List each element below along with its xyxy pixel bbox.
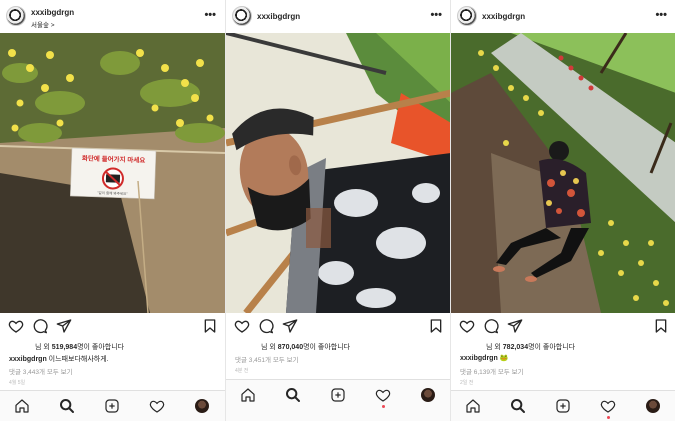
heart-icon[interactable] [459, 318, 475, 334]
post-photo[interactable] [226, 33, 450, 313]
more-options-icon[interactable]: ••• [204, 9, 216, 21]
post-timestamp: 4분 전 [235, 368, 249, 374]
post-panel-1: xxxibgdrgn 서울숲 > ••• 화단에 들어가지 마세요 "같이 함께… [0, 0, 225, 421]
likes-count[interactable]: 님 외 519,984명이 좋아합니다 [35, 342, 124, 352]
home-icon[interactable] [240, 387, 256, 403]
post-panel-3: xxxibgdrgn ••• 님 외 782,034명이 좋아합니다 xxxib… [450, 0, 675, 421]
activity-heart-icon[interactable] [149, 398, 165, 414]
caption: xxxibgdrgn 🐸 [460, 354, 508, 362]
activity-heart-icon[interactable] [375, 387, 391, 403]
post-actions [226, 318, 450, 336]
more-options-icon[interactable]: ••• [430, 9, 442, 21]
bookmark-icon[interactable] [428, 318, 444, 334]
caption-text: 이느때보다해사하게. [46, 356, 109, 363]
bottom-nav [451, 390, 675, 421]
more-options-icon[interactable]: ••• [655, 9, 667, 21]
post-photo[interactable]: 화단에 들어가지 마세요 "같이 함께 봐주세요" [0, 33, 225, 313]
post-timestamp: 2일 전 [460, 380, 474, 386]
new-post-icon[interactable] [330, 387, 346, 403]
profile-avatar[interactable] [646, 399, 660, 413]
comment-icon[interactable] [483, 318, 499, 334]
bottom-nav [226, 379, 450, 421]
likes-count[interactable]: 님 외 870,040명이 좋아합니다 [261, 342, 350, 352]
location-link[interactable]: 서울숲 > [31, 19, 55, 29]
post-header: xxxibgdrgn ••• [451, 0, 675, 33]
post-header: xxxibgdrgn ••• [226, 0, 450, 33]
username[interactable]: xxxibgdrgn [257, 12, 300, 21]
profile-avatar[interactable] [421, 388, 435, 402]
view-comments-link[interactable]: 댓글 3,443개 모두 보기 [9, 366, 73, 376]
flowerbed-photo: 화단에 들어가지 마세요 "같이 함께 봐주세요" [0, 33, 225, 313]
likes-count[interactable]: 님 외 782,034명이 좋아합니다 [486, 342, 575, 352]
activity-notification-dot [607, 416, 610, 419]
caption-username[interactable]: xxxibgdrgn [460, 355, 498, 362]
send-icon[interactable] [56, 318, 72, 334]
comment-icon[interactable] [32, 318, 48, 334]
username[interactable]: xxxibgdrgn [31, 8, 74, 17]
heart-icon[interactable] [8, 318, 24, 334]
tulip-garden-photo [451, 33, 675, 313]
search-icon[interactable] [59, 398, 75, 414]
profile-avatar[interactable] [195, 399, 209, 413]
home-icon[interactable] [14, 398, 30, 414]
caption: xxxibgdrgn 이느때보다해사하게. [9, 354, 109, 364]
search-icon[interactable] [285, 387, 301, 403]
send-icon[interactable] [507, 318, 523, 334]
post-header: xxxibgdrgn 서울숲 > ••• [0, 0, 225, 33]
home-icon[interactable] [465, 398, 481, 414]
activity-notification-dot [382, 405, 385, 408]
heart-icon[interactable] [234, 318, 250, 334]
user-avatar[interactable] [457, 6, 477, 26]
bookmark-icon[interactable] [653, 318, 669, 334]
post-actions [0, 318, 225, 336]
caption-text: 🐸 [497, 355, 509, 362]
new-post-icon[interactable] [104, 398, 120, 414]
bottom-nav [0, 390, 225, 421]
send-icon[interactable] [282, 318, 298, 334]
post-photo[interactable] [451, 33, 675, 313]
post-timestamp: 4월 5일 [9, 380, 26, 386]
bookmark-icon[interactable] [202, 318, 218, 334]
view-comments-link[interactable]: 댓글 6,139개 모두 보기 [460, 366, 524, 376]
search-icon[interactable] [510, 398, 526, 414]
user-avatar[interactable] [232, 6, 252, 26]
user-avatar[interactable] [6, 6, 26, 26]
activity-heart-icon[interactable] [600, 398, 616, 414]
selfie-photo [226, 33, 450, 313]
caption-username[interactable]: xxxibgdrgn [9, 356, 47, 363]
view-comments-link[interactable]: 댓글 3,451개 모두 보기 [235, 354, 299, 364]
username[interactable]: xxxibgdrgn [482, 12, 525, 21]
new-post-icon[interactable] [555, 398, 571, 414]
post-panel-2: xxxibgdrgn ••• 님 외 870,040명이 좋아합니다 댓글 3,… [225, 0, 450, 421]
comment-icon[interactable] [258, 318, 274, 334]
post-actions [451, 318, 675, 336]
